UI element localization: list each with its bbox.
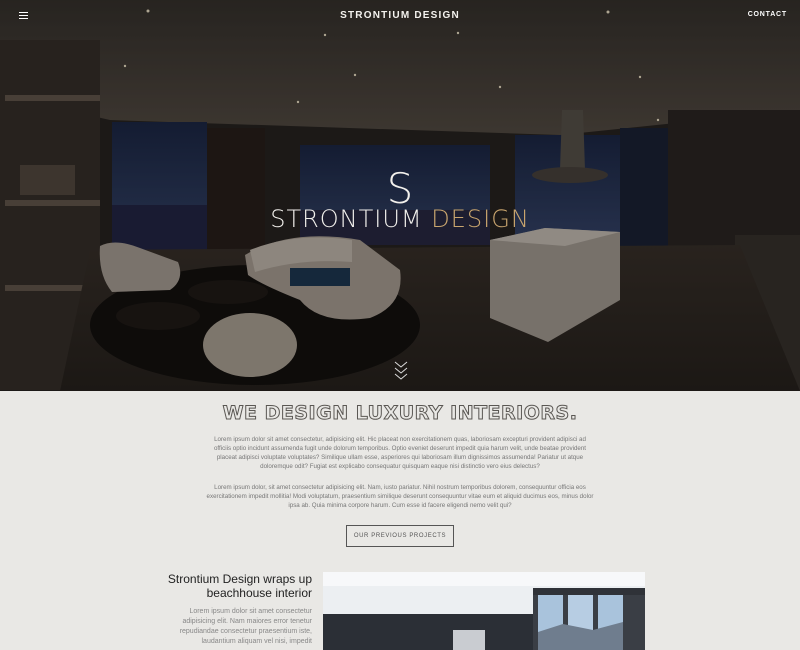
feature-title[interactable]: Strontium Design wraps up beachhouse int… [160, 572, 312, 600]
intro-paragraph-2: Lorem ipsum dolor, sit amet consectetur … [206, 484, 594, 509]
feature-text: Lorem ipsum dolor sit amet consectetur a… [179, 608, 312, 645]
beachhouse-interior-image[interactable] [323, 572, 645, 650]
top-navigation-bar: STRONTIUM DESIGN CONTACT [0, 0, 800, 32]
hero-logo-wordmark: STRONTIUM DESIGN [0, 205, 800, 233]
logo-word-strontium: STRONTIUM [270, 205, 423, 233]
site-brand-title[interactable]: STRONTIUM DESIGN [0, 10, 800, 21]
hero-section: STRONTIUM DESIGN CONTACT S STRONTIUM DES… [0, 0, 800, 391]
chevron-down-icon[interactable] [393, 360, 409, 384]
previous-projects-button[interactable]: OUR PREVIOUS PROJECTS [346, 525, 454, 547]
intro-paragraph-1: Lorem ipsum dolor sit amet consectetur, … [213, 436, 587, 470]
intro-headline: WE DESIGN LUXURY INTERIORS. [222, 402, 578, 425]
contact-link[interactable]: CONTACT [748, 11, 787, 18]
beachhouse-photo [323, 572, 645, 650]
logo-word-design: DESIGN [431, 205, 530, 233]
